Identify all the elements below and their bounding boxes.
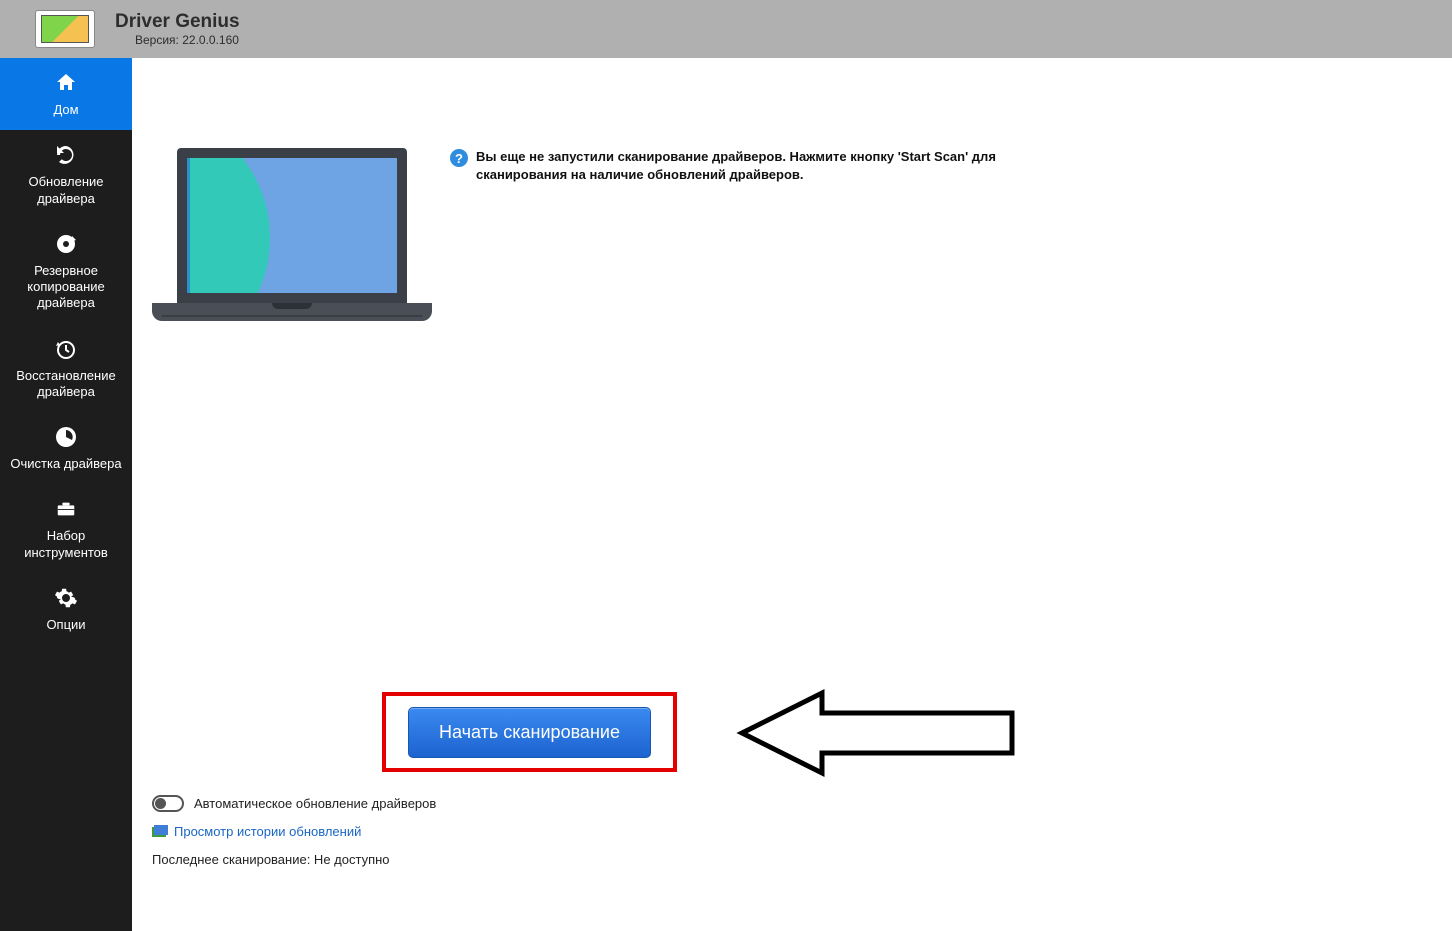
sidebar-item-home[interactable]: Дом xyxy=(0,58,132,130)
sidebar-item-cleanup[interactable]: Очистка драйвера xyxy=(0,412,132,484)
sidebar-item-label: Обновление драйвера xyxy=(28,174,103,207)
start-scan-button[interactable]: Начать сканирование xyxy=(408,707,651,758)
laptop-illustration xyxy=(152,148,432,338)
sidebar-item-toolbox[interactable]: Набор инструментов xyxy=(0,484,132,573)
gear-icon xyxy=(52,585,80,611)
highlight-box: Начать сканирование xyxy=(382,692,677,772)
sidebar-item-backup[interactable]: Резервное копирование драйвера xyxy=(0,219,132,324)
refresh-icon xyxy=(52,142,80,168)
restore-icon xyxy=(52,336,80,362)
sidebar-item-label: Опции xyxy=(46,617,85,633)
info-text: Вы еще не запустили сканирование драйвер… xyxy=(476,148,1090,183)
app-title: Driver Genius xyxy=(115,11,240,33)
info-message: ? Вы еще не запустили сканирование драйв… xyxy=(450,148,1090,183)
view-update-history-link[interactable]: Просмотр истории обновлений xyxy=(174,824,361,839)
disc-icon xyxy=(52,231,80,257)
toolbox-icon xyxy=(52,496,80,522)
sidebar-item-label: Набор инструментов xyxy=(24,528,108,561)
question-icon: ? xyxy=(450,149,468,167)
app-logo xyxy=(35,10,95,48)
sidebar-item-options[interactable]: Опции xyxy=(0,573,132,645)
app-header: Driver Genius Версия: 22.0.0.160 xyxy=(0,0,1452,58)
sidebar-item-label: Дом xyxy=(53,102,78,118)
home-icon xyxy=(52,70,80,96)
clean-icon xyxy=(52,424,80,450)
auto-update-toggle[interactable] xyxy=(152,795,184,812)
main-content: ? Вы еще не запустили сканирование драйв… xyxy=(132,58,1452,931)
app-logo-inner xyxy=(41,15,89,43)
sidebar-item-label: Очистка драйвера xyxy=(10,456,121,472)
auto-update-label: Автоматическое обновление драйверов xyxy=(194,796,436,811)
sidebar-item-restore[interactable]: Восстановление драйвера xyxy=(0,324,132,413)
last-scan-label: Последнее сканирование: Не доступно xyxy=(152,852,390,867)
sidebar-item-update[interactable]: Обновление драйвера xyxy=(0,130,132,219)
app-version: Версия: 22.0.0.160 xyxy=(115,33,240,47)
highlight-arrow-icon xyxy=(732,683,1032,783)
sidebar-item-label: Резервное копирование драйвера xyxy=(27,263,105,312)
sidebar: Дом Обновление драйвера Резервное копиро… xyxy=(0,58,132,931)
history-icon xyxy=(152,825,168,839)
sidebar-item-label: Восстановление драйвера xyxy=(16,368,115,401)
